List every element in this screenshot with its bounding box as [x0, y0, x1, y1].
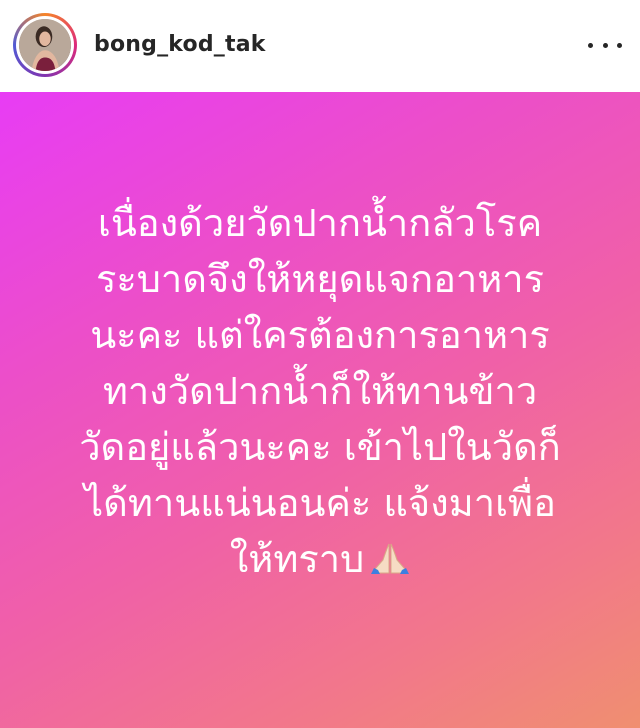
caption-line: นะคะ แต่ใครต้องการอาหาร	[90, 313, 550, 357]
username[interactable]: bong_kod_tak	[94, 30, 266, 60]
caption-line: เนื่องด้วยวัดปากน้ำกลัวโรค	[97, 201, 543, 245]
profile-photo	[19, 19, 71, 71]
caption-line: ระบาดจึงให้หยุดแจกอาหาร	[95, 257, 545, 301]
caption-line: ได้ทานแน่นอนค่ะ แจ้งมาเพื่อ	[84, 481, 556, 525]
avatar[interactable]	[13, 13, 77, 77]
folded-hands-icon	[370, 542, 410, 576]
caption-line: ทางวัดปากน้ำก็ให้ทานข้าว	[102, 369, 538, 413]
post-header: bong_kod_tak	[0, 0, 640, 92]
profile-photo-graphic	[19, 19, 71, 71]
folded-hands-graphic	[371, 543, 410, 574]
more-horizontal-icon	[588, 42, 593, 48]
caption-line-text: ให้ทราบ	[229, 537, 365, 581]
more-options-button[interactable]	[588, 32, 622, 58]
caption-line: วัดอยู่แล้วนะคะ เข้าไปในวัดก็	[79, 425, 561, 469]
more-horizontal-icon	[617, 42, 622, 48]
post-image[interactable]: เนื่องด้วยวัดปากน้ำกลัวโรค ระบาดจึงให้หย…	[0, 92, 640, 728]
post-caption-text: เนื่องด้วยวัดปากน้ำกลัวโรค ระบาดจึงให้หย…	[20, 195, 620, 587]
caption-line-last: ให้ทราบ	[20, 531, 620, 587]
more-horizontal-icon	[602, 42, 608, 48]
